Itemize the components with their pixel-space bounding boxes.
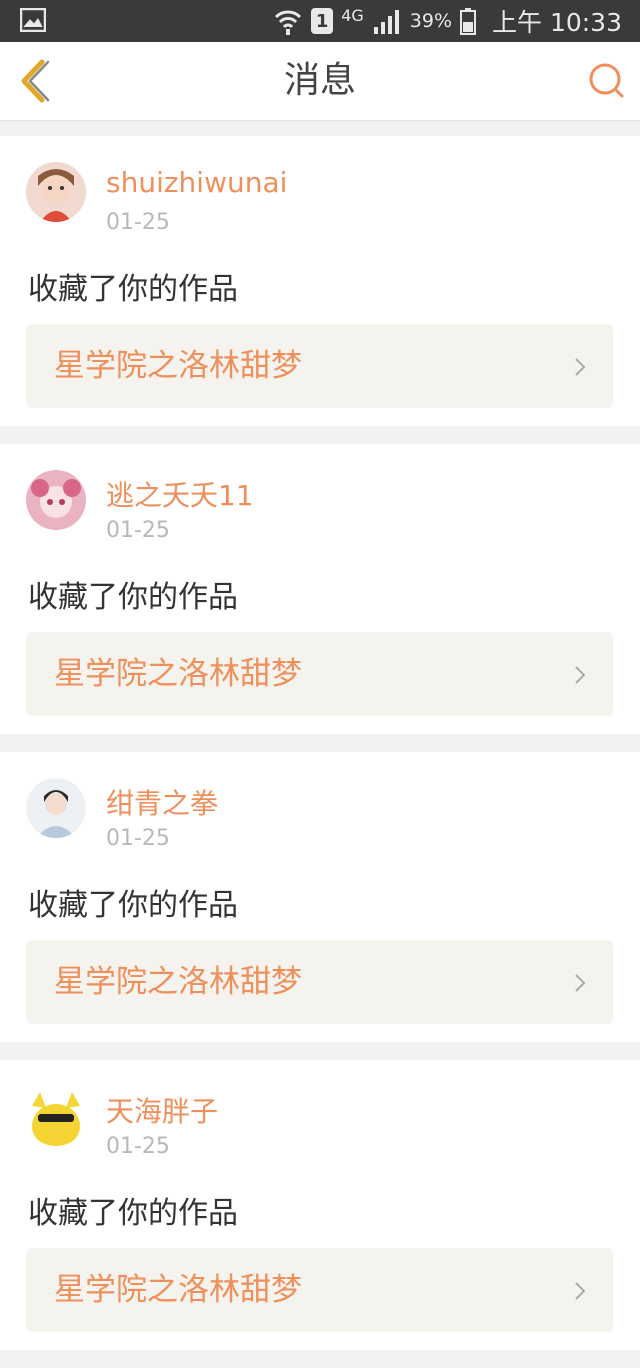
message-action: 收藏了你的作品 (28, 888, 238, 923)
chevron-right-icon (575, 974, 586, 992)
message-action: 收藏了你的作品 (28, 1196, 238, 1231)
message-date: 01-25 (106, 826, 170, 851)
work-title: 星学院之洛林甜梦 (54, 348, 302, 384)
message-date: 01-25 (106, 518, 170, 543)
status-bar: 1 4G 39% 上午 10:33 (0, 0, 640, 42)
page-title: 消息 (283, 60, 356, 101)
message-action: 收藏了你的作品 (28, 580, 238, 615)
image-notification-icon (20, 8, 46, 32)
message-list: shuizhiwunai 01-25 收藏了你的作品 星学院之洛林甜梦 逃之夭夭… (0, 136, 640, 1368)
work-title: 星学院之洛林甜梦 (54, 656, 302, 692)
username[interactable]: 天海胖子 (106, 1090, 218, 1130)
user-avatar[interactable] (26, 778, 86, 838)
work-title: 星学院之洛林甜梦 (54, 1272, 302, 1308)
user-avatar[interactable] (26, 1086, 86, 1146)
message-card: 逃之夭夭11 01-25 收藏了你的作品 星学院之洛林甜梦 (0, 444, 640, 734)
message-action: 收藏了你的作品 (28, 272, 238, 307)
nav-bar: 消息 (0, 42, 640, 121)
wifi-icon (275, 10, 302, 35)
username[interactable]: 绀青之拳 (106, 782, 218, 822)
username[interactable]: shuizhiwunai (106, 166, 287, 199)
chevron-right-icon (575, 1282, 586, 1300)
chevron-right-icon (575, 358, 586, 376)
work-link[interactable]: 星学院之洛林甜梦 (26, 940, 613, 1024)
work-link[interactable]: 星学院之洛林甜梦 (26, 324, 613, 408)
work-link[interactable]: 星学院之洛林甜梦 (26, 1248, 613, 1332)
message-card: 绀青之拳 01-25 收藏了你的作品 星学院之洛林甜梦 (0, 752, 640, 1042)
clock: 上午 10:33 (492, 8, 622, 37)
message-card: shuizhiwunai 01-25 收藏了你的作品 星学院之洛林甜梦 (0, 136, 640, 426)
message-date: 01-25 (106, 210, 170, 235)
work-title: 星学院之洛林甜梦 (54, 964, 302, 1000)
user-avatar[interactable] (26, 162, 86, 222)
message-card: 天海胖子 01-25 收藏了你的作品 星学院之洛林甜梦 (0, 1060, 640, 1350)
signal-icon (373, 10, 399, 34)
network-type: 4G (341, 6, 364, 25)
sim-indicator: 1 (311, 8, 334, 34)
chevron-right-icon (575, 666, 586, 684)
battery-percent: 39% (409, 10, 452, 32)
battery-icon (460, 8, 476, 35)
user-avatar[interactable] (26, 470, 86, 530)
search-icon[interactable] (586, 60, 626, 100)
username[interactable]: 逃之夭夭11 (106, 474, 254, 514)
work-link[interactable]: 星学院之洛林甜梦 (26, 632, 613, 716)
